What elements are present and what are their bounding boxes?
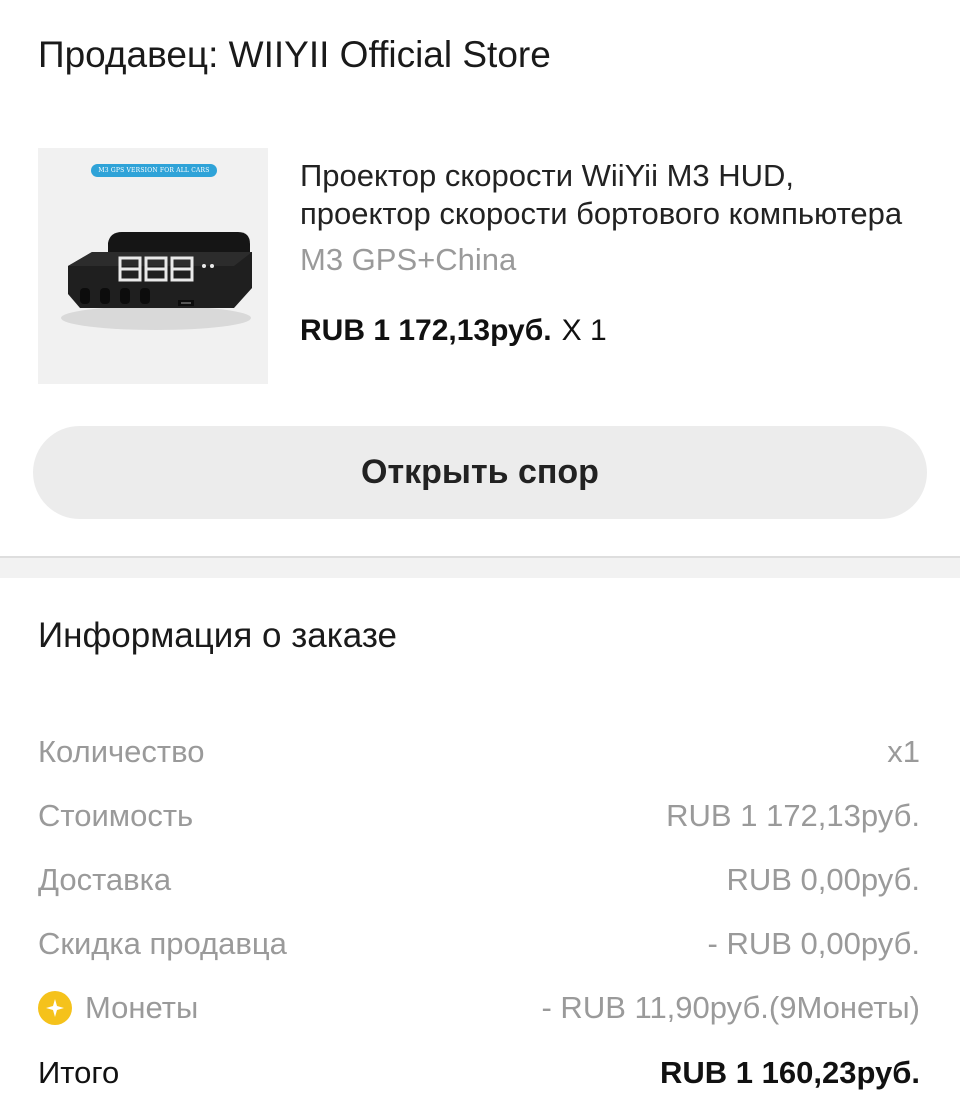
product-price-line: RUB 1 172,13руб. X 1 <box>300 314 607 348</box>
order-info-value: x1 <box>887 734 920 769</box>
order-info-label: Количество <box>38 734 205 769</box>
open-dispute-button[interactable]: Открыть спор <box>33 426 927 519</box>
order-info-row-quantity: Количество x1 <box>38 734 920 778</box>
product-title-line-2: проектор скорости бортового компьютера <box>300 196 903 231</box>
order-info-value: RUB 1 172,13руб. <box>666 798 920 833</box>
product-title-line-1: Проектор скорости WiiYii M3 HUD, <box>300 158 795 193</box>
order-info-title: Информация о заказе <box>38 616 397 655</box>
order-info-row-seller-discount: Скидка продавца - RUB 0,00руб. <box>38 926 920 970</box>
hud-device-illustration <box>61 232 252 330</box>
order-info-value: - RUB 11,90руб.(9Монеты) <box>541 990 921 1025</box>
section-divider <box>0 556 960 578</box>
product-title[interactable]: Проектор скорости WiiYii M3 HUD, проекто… <box>300 157 925 233</box>
seller-name[interactable]: Продавец: WIIYII Official Store <box>38 34 551 76</box>
product-quantity: X 1 <box>561 314 607 347</box>
order-info-label: Монеты <box>85 990 199 1025</box>
order-info-value: RUB 0,00руб. <box>726 862 920 897</box>
product-price: RUB 1 172,13руб. <box>300 314 552 347</box>
order-info-row-shipping: Доставка RUB 0,00руб. <box>38 862 920 906</box>
order-total-value: RUB 1 160,23руб. <box>660 1055 920 1090</box>
order-total-label: Итого <box>38 1055 120 1090</box>
order-info-value: - RUB 0,00руб. <box>707 926 920 961</box>
coin-icon <box>38 991 72 1025</box>
order-info-row-cost: Стоимость RUB 1 172,13руб. <box>38 798 920 842</box>
product-image[interactable]: M3 GPS VERSION FOR ALL CARS <box>38 148 268 384</box>
order-info-row-total: Итого RUB 1 160,23руб. <box>38 1055 920 1099</box>
order-details-page: Продавец: WIIYII Official Store M3 GPS V… <box>0 0 960 1120</box>
order-info-row-coins: Монеты - RUB 11,90руб.(9Монеты) <box>38 990 920 1034</box>
product-variant: M3 GPS+China <box>300 242 517 277</box>
order-info-label: Доставка <box>38 862 172 897</box>
order-info-label: Скидка продавца <box>38 926 287 961</box>
order-info-label: Стоимость <box>38 798 194 833</box>
order-info-coins-label-group: Монеты <box>38 990 198 1026</box>
